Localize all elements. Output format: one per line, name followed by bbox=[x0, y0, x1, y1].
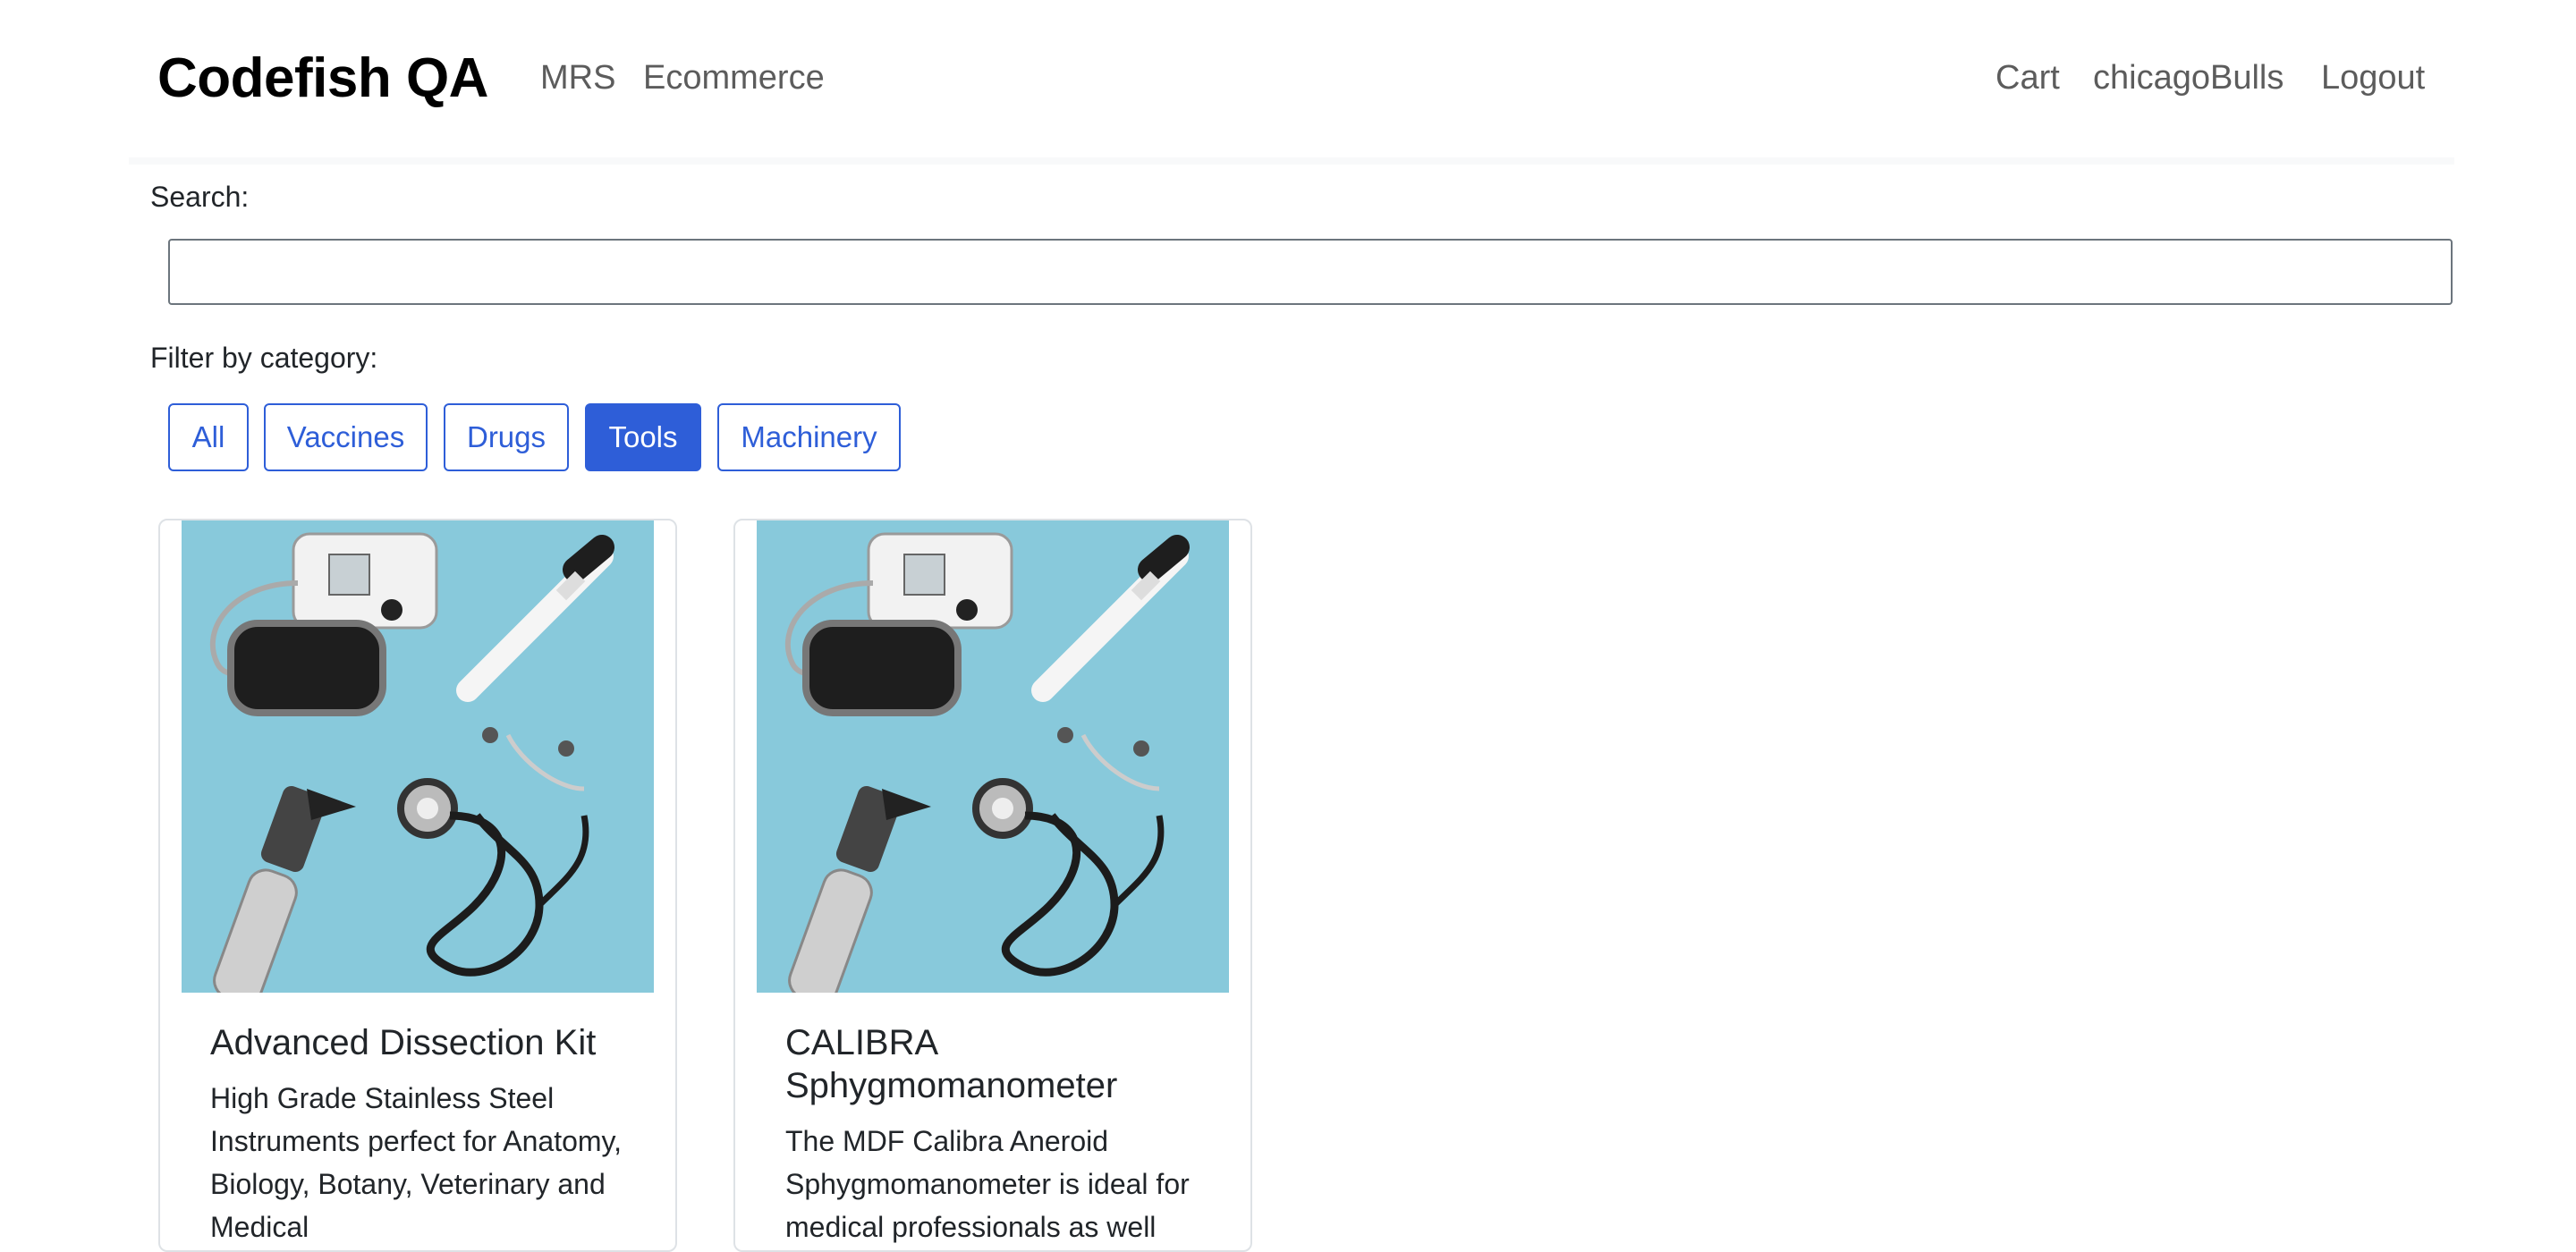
product-title[interactable]: Advanced Dissection Kit bbox=[210, 1021, 631, 1064]
filter-button-tools[interactable]: Tools bbox=[585, 403, 701, 471]
product-description: The MDF Calibra Aneroid Sphygmomanometer… bbox=[785, 1125, 1190, 1243]
search-label: Search: bbox=[150, 181, 250, 213]
search-input[interactable] bbox=[168, 239, 2453, 305]
product-card[interactable]: CALIBRA Sphygmomanometer The MDF Calibra… bbox=[733, 519, 1252, 1252]
medical-tools-image bbox=[182, 520, 654, 993]
filter-button-machinery[interactable]: Machinery bbox=[717, 403, 901, 471]
filter-label: Filter by category: bbox=[150, 342, 378, 374]
filter-button-all[interactable]: All bbox=[168, 403, 249, 471]
product-description: High Grade Stainless Steel Instruments p… bbox=[210, 1082, 623, 1243]
filter-button-drugs[interactable]: Drugs bbox=[444, 403, 569, 471]
filter-button-vaccines[interactable]: Vaccines bbox=[264, 403, 428, 471]
brand-logo[interactable]: Codefish QA bbox=[157, 47, 488, 110]
nav-link-user[interactable]: chicagoBulls bbox=[2093, 59, 2284, 97]
nav-link-cart[interactable]: Cart bbox=[1996, 59, 2060, 97]
product-card[interactable]: Advanced Dissection Kit High Grade Stain… bbox=[158, 519, 677, 1252]
nav-link-ecommerce[interactable]: Ecommerce bbox=[643, 59, 825, 97]
medical-tools-image bbox=[757, 520, 1229, 993]
top-navbar: Codefish QA MRS Ecommerce Cart chicagoBu… bbox=[129, 0, 2454, 165]
nav-link-logout[interactable]: Logout bbox=[2321, 59, 2425, 97]
nav-link-mrs[interactable]: MRS bbox=[540, 59, 615, 97]
product-title[interactable]: CALIBRA Sphygmomanometer bbox=[785, 1021, 1206, 1107]
